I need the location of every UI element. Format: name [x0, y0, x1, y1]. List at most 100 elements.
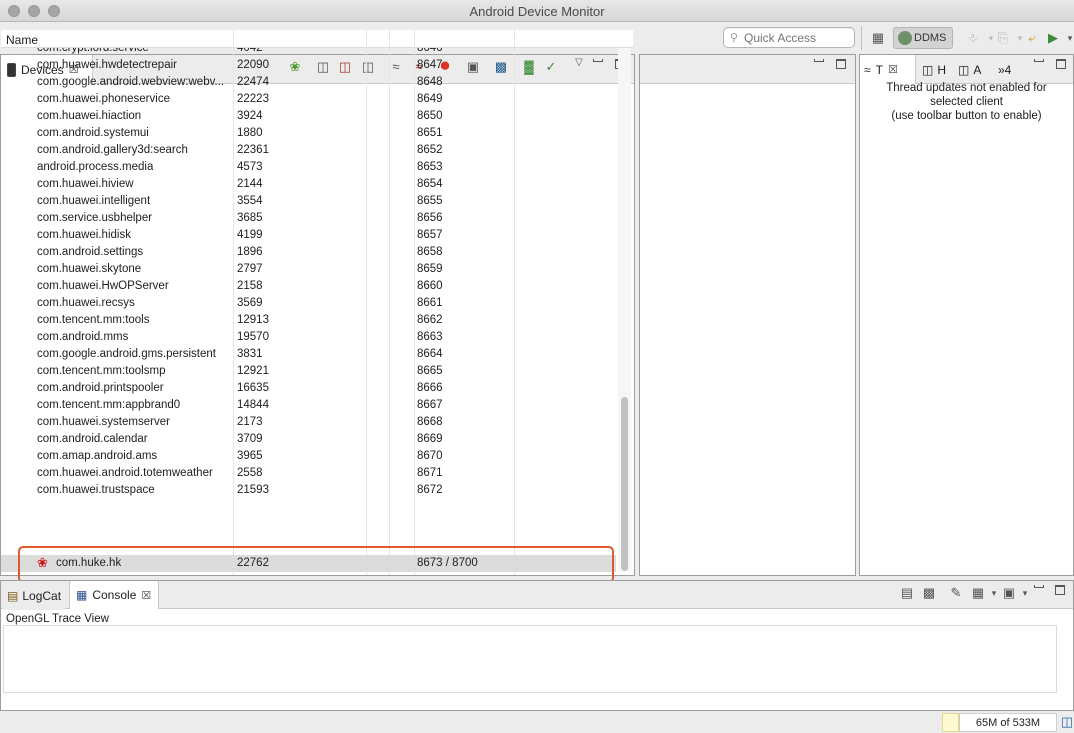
quick-access-search[interactable]: ⚲ — [723, 27, 855, 48]
process-port: 8650 — [417, 110, 443, 122]
close-icon[interactable]: ☒ — [141, 589, 151, 602]
open-console-icon[interactable]: ▣ — [1001, 585, 1017, 601]
process-pid: 14844 — [237, 399, 269, 411]
process-name: com.android.systemui — [37, 127, 149, 139]
console-panel: ▤ LogCat ▦ Console ☒ ▤ ▩ ✎ ▦ ▾ ▣ ▾ OpenG… — [0, 580, 1074, 711]
table-row[interactable]: com.huawei.hwdetectrepair 22090 8647 — [1, 57, 616, 74]
logcat-icon: ▤ — [7, 588, 19, 603]
process-pid: 2158 — [237, 280, 263, 292]
process-pid: 3569 — [237, 297, 263, 309]
process-pid: 16635 — [237, 382, 269, 394]
table-row[interactable]: com.tencent.mm:toolsmp 12921 8665 — [1, 363, 616, 380]
tab-allocation[interactable]: ◫ A — [954, 55, 985, 84]
table-row[interactable]: com.tencent.mm:appbrand0 14844 8667 — [1, 397, 616, 414]
pin-console-icon[interactable]: ✎ — [948, 585, 964, 601]
heap-status[interactable]: 65M of 533M — [959, 713, 1057, 732]
process-port: 8654 — [417, 178, 443, 190]
quick-access-input[interactable] — [742, 29, 850, 46]
process-name: com.huawei.hwdetectrepair — [37, 59, 177, 71]
table-row[interactable]: com.android.systemui 1880 8651 — [1, 125, 616, 142]
table-row[interactable]: com.huawei.recsys 3569 8661 — [1, 295, 616, 312]
ddms-perspective-button[interactable]: DDMS — [893, 27, 953, 49]
minimize-icon[interactable] — [1034, 585, 1044, 588]
process-name: com.huawei.hidisk — [37, 229, 131, 241]
allocation-icon: ◫ — [958, 62, 970, 77]
process-pid: 3924 — [237, 110, 263, 122]
table-row[interactable]: com.huawei.trustspace 21593 8672 — [1, 482, 616, 499]
dropdown-arrow-icon[interactable]: ▾ — [1017, 585, 1033, 601]
status-bar: 65M of 533M ◫ — [0, 712, 1074, 733]
console-title: OpenGL Trace View — [6, 613, 109, 625]
table-row[interactable]: com.huawei.hiview 2144 8654 — [1, 176, 616, 193]
dropdown-arrow-icon[interactable]: ▾ — [1062, 30, 1074, 46]
maximize-icon[interactable] — [1055, 585, 1065, 595]
tab-threads[interactable]: ≈ T ☒ — [860, 55, 916, 84]
table-row[interactable]: com.android.calendar 3709 8669 — [1, 431, 616, 448]
table-row[interactable]: com.service.usbhelper 3685 8656 — [1, 210, 616, 227]
process-pid: 22223 — [237, 93, 269, 105]
table-row[interactable]: com.huawei.intelligent 3554 8655 — [1, 193, 616, 210]
dropdown-arrow-icon[interactable]: ▾ — [986, 585, 1002, 601]
devices-scrollbar[interactable] — [618, 48, 631, 572]
scrollbar-thumb[interactable] — [621, 397, 628, 571]
tab-logcat[interactable]: ▤ LogCat — [3, 581, 66, 610]
console-icon: ▦ — [76, 588, 88, 602]
process-name: com.huawei.hiaction — [37, 110, 142, 122]
table-row[interactable]: com.android.printspooler 16635 8666 — [1, 380, 616, 397]
process-port: 8670 — [417, 450, 443, 462]
process-name: com.android.printspooler — [37, 382, 164, 394]
table-row[interactable]: com.huawei.phoneservice 22223 8649 — [1, 91, 616, 108]
process-port: 8656 — [417, 212, 443, 224]
process-name: com.huawei.hiview — [37, 178, 134, 190]
tab-overflow[interactable]: »4 — [994, 55, 1015, 84]
maximize-icon[interactable] — [1056, 59, 1066, 69]
process-port: 8646 — [417, 48, 443, 54]
process-name: com.huawei.android.totemweather — [37, 467, 213, 479]
table-row[interactable]: com.huawei.hiaction 3924 8650 — [1, 108, 616, 125]
table-row[interactable]: com.google.android.gms.persistent 3831 866… — [1, 346, 616, 363]
table-row[interactable]: com.android.mms 19570 8663 — [1, 329, 616, 346]
table-row[interactable]: com.crypt.lord.service 4042 8646 — [1, 48, 616, 57]
screen-capture-icon[interactable]: ⎀ — [965, 30, 981, 46]
process-pid: 1896 — [237, 246, 263, 258]
console-output[interactable] — [3, 625, 1057, 693]
process-port: 8649 — [417, 93, 443, 105]
process-name: com.huawei.skytone — [37, 263, 142, 275]
run-icon[interactable]: ▶ — [1045, 30, 1061, 46]
process-pid: 2173 — [237, 416, 263, 428]
threads-message-line: (use toolbar button to enable) — [891, 110, 1042, 122]
table-row[interactable]: com.huawei.systemserver 2173 8668 — [1, 414, 616, 431]
table-row[interactable]: com.huawei.android.totemweather 2558 8671 — [1, 465, 616, 482]
dump-view-icon[interactable]: ⎘ — [995, 30, 1011, 46]
process-name: com.crypt.lord.service — [37, 48, 149, 54]
ddms-label: DDMS — [914, 32, 947, 44]
tab-console[interactable]: ▦ Console ☒ — [69, 581, 159, 609]
table-row[interactable]: android.process.media 4573 8653 — [1, 159, 616, 176]
display-console-icon[interactable]: ▦ — [970, 585, 986, 601]
minimize-icon[interactable] — [814, 59, 824, 62]
table-row[interactable]: com.android.settings 1896 8658 — [1, 244, 616, 261]
table-row[interactable]: com.tencent.mm:tools 12913 8662 — [1, 312, 616, 329]
trash-icon[interactable]: ◫ — [1059, 714, 1074, 730]
title-bar: Android Device Monitor — [0, 0, 1074, 22]
clear-console-icon[interactable]: ▤ — [899, 585, 915, 601]
open-perspective-icon[interactable]: ▦ — [870, 30, 886, 46]
maximize-icon[interactable] — [836, 59, 846, 69]
table-row[interactable]: com.huawei.HwOPServer 2158 8660 — [1, 278, 616, 295]
table-row[interactable]: com.google.android.webview:webv... 22474 8… — [1, 74, 616, 91]
table-row[interactable]: com.android.gallery3d:search 22361 8652 — [1, 142, 616, 159]
tab-heap[interactable]: ◫ H — [918, 55, 950, 84]
process-pid: 19570 — [237, 331, 269, 343]
process-port: 8662 — [417, 314, 443, 326]
scroll-lock-icon[interactable]: ▩ — [921, 585, 937, 601]
table-row[interactable]: com.huawei.hidisk 4199 8657 — [1, 227, 616, 244]
table-row[interactable]: com.amap.android.ams 3965 8670 — [1, 448, 616, 465]
column-header-name[interactable]: Name — [6, 33, 38, 47]
back-arrow-icon[interactable]: ⤶ — [1024, 30, 1040, 46]
process-port: 8669 — [417, 433, 443, 445]
process-name: com.android.mms — [37, 331, 129, 343]
table-row[interactable]: com.huawei.skytone 2797 8659 — [1, 261, 616, 278]
process-pid: 1880 — [237, 127, 263, 139]
close-icon[interactable]: ☒ — [888, 63, 898, 76]
minimize-icon[interactable] — [1034, 59, 1044, 62]
